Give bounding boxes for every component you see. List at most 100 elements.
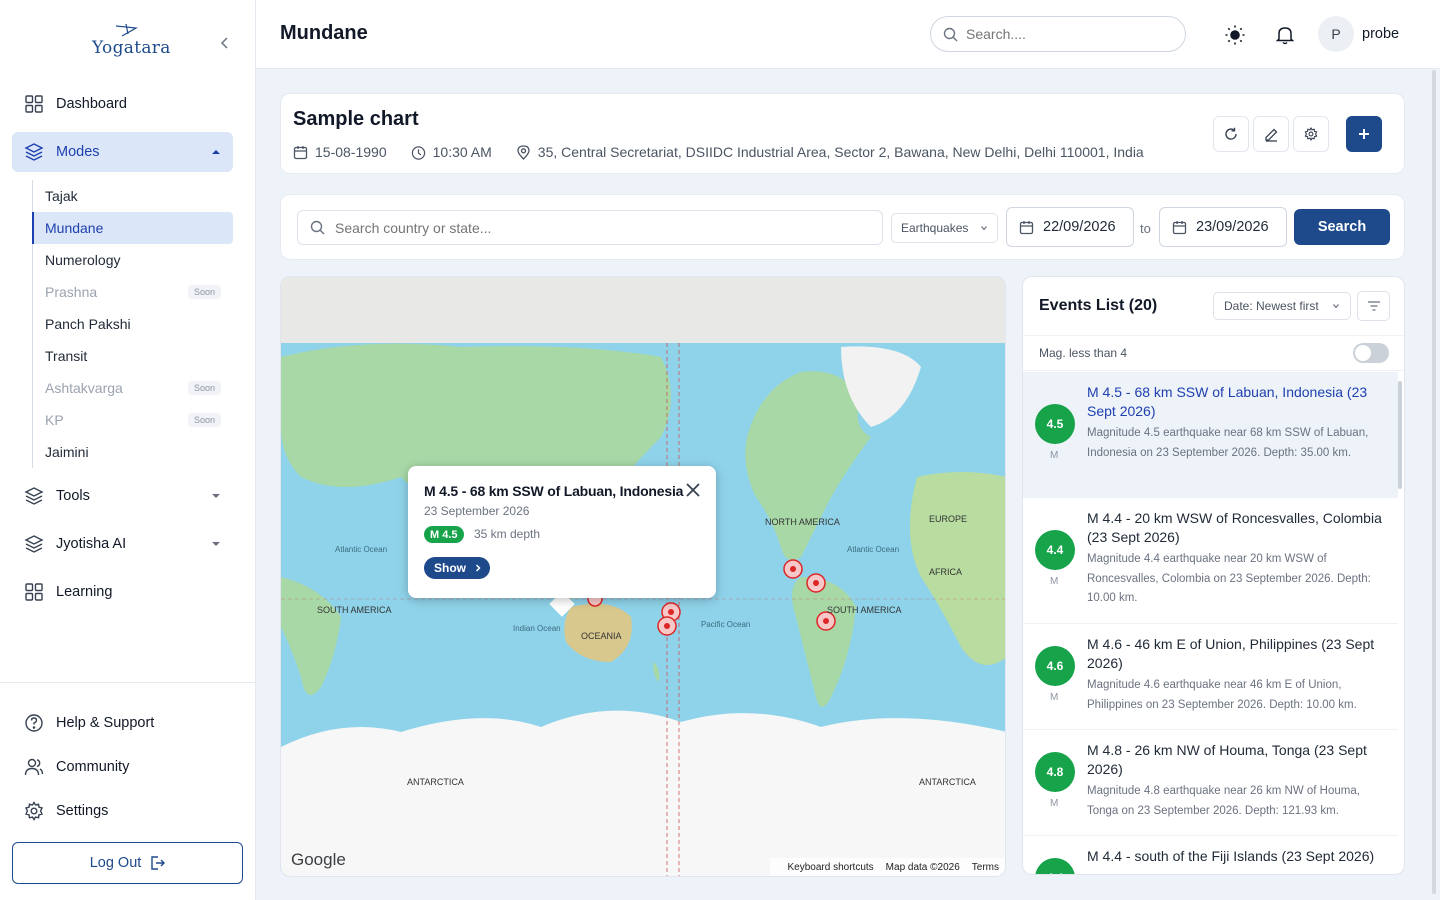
- username[interactable]: probe: [1362, 26, 1399, 42]
- layers-icon: [24, 486, 44, 506]
- logo[interactable]: Yogatara: [92, 24, 170, 64]
- logo-text: Yogatara: [92, 38, 171, 58]
- map-label-africa: AFRICA: [929, 567, 962, 577]
- sidebar: Yogatara Dashboard Modes Tajak Mundane N…: [0, 0, 256, 900]
- close-icon[interactable]: [685, 482, 701, 498]
- subnav-item-prashna[interactable]: Prashna Soon: [33, 276, 233, 308]
- subnav-item-numerology[interactable]: Numerology: [33, 244, 233, 276]
- map-label-antarctica-left: ANTARCTICA: [407, 777, 464, 787]
- top-header: Mundane P probe: [256, 0, 1440, 69]
- caret-down-icon: [211, 491, 221, 501]
- event-type-select[interactable]: Earthquakes: [891, 213, 998, 243]
- sidebar-item-learning[interactable]: Learning: [12, 572, 233, 612]
- sidebar-item-community[interactable]: Community: [0, 745, 255, 789]
- event-type: M: [1050, 692, 1059, 703]
- subnav-item-mundane[interactable]: Mundane: [32, 212, 233, 244]
- notification-bell-icon[interactable]: [1274, 24, 1296, 46]
- subnav-label: Transit: [45, 348, 88, 364]
- event-title: M 4.4 - south of the Fiji Islands (23 Se…: [1087, 848, 1375, 864]
- subnav-item-panch-pakshi[interactable]: Panch Pakshi: [33, 308, 233, 340]
- edit-button[interactable]: [1253, 116, 1289, 152]
- grid-icon: [24, 582, 44, 602]
- sidebar-item-modes[interactable]: Modes: [12, 132, 233, 172]
- sidebar-bottom: Help & Support Community Settings: [0, 682, 255, 833]
- sidebar-item-help[interactable]: Help & Support: [0, 701, 255, 745]
- event-popup: M 4.5 - 68 km SSW of Labuan, Indonesia 2…: [408, 466, 716, 598]
- global-search-input[interactable]: [966, 26, 1166, 42]
- page-scrollbar[interactable]: [1430, 70, 1438, 894]
- sidebar-item-settings[interactable]: Settings: [0, 789, 255, 833]
- event-desc: Magnitude 4.8 earthquake near 26 km NW o…: [1087, 785, 1360, 817]
- events-title: Events List (20): [1039, 297, 1158, 314]
- clock-icon: [411, 145, 426, 160]
- chart-time-text: 10:30 AM: [432, 144, 492, 160]
- logout-button[interactable]: Log Out: [12, 842, 243, 884]
- subnav-item-jaimini[interactable]: Jaimini: [33, 436, 233, 468]
- date-from-picker[interactable]: 22/09/2026: [1006, 207, 1134, 247]
- collapse-sidebar-icon[interactable]: [216, 34, 234, 52]
- subnav-item-tajak[interactable]: Tajak: [33, 180, 233, 212]
- sort-select[interactable]: Date: Newest first: [1213, 292, 1351, 320]
- filter-button[interactable]: [1357, 291, 1390, 321]
- layers-icon: [24, 142, 44, 162]
- events-panel: Events List (20) Date: Newest first Mag.…: [1022, 276, 1405, 875]
- event-item[interactable]: 4.5 M M 4.5 - 68 km SSW of Labuan, Indon…: [1023, 372, 1398, 498]
- refresh-icon: [1225, 127, 1237, 140]
- add-chart-button[interactable]: [1346, 116, 1382, 152]
- scrollbar-thumb[interactable]: [1398, 381, 1402, 489]
- country-search-input[interactable]: [335, 219, 875, 236]
- popup-show-button[interactable]: Show: [424, 557, 490, 579]
- world-map[interactable]: NORTH AMERICA SOUTH AMERICA SOUTH AMERIC…: [280, 276, 1006, 877]
- search-button[interactable]: Search: [1294, 209, 1390, 245]
- map-label-atlantic-left: Atlantic Ocean: [335, 545, 387, 554]
- magnitude-filter-toggle[interactable]: [1353, 343, 1389, 363]
- popup-show-label: Show: [434, 561, 466, 575]
- event-type-value: Earthquakes: [901, 221, 969, 235]
- event-desc: Magnitude 4.4 earthquake near 20 km WSW …: [1087, 553, 1371, 604]
- global-search[interactable]: [930, 16, 1186, 52]
- refresh-button[interactable]: [1213, 116, 1249, 152]
- date-to-picker[interactable]: 23/09/2026: [1159, 207, 1287, 247]
- event-item[interactable]: 4.8 M M 4.8 - 26 km NW of Houma, Tonga (…: [1023, 730, 1398, 836]
- sidebar-item-label: Modes: [56, 144, 100, 160]
- caret-up-icon: [211, 147, 221, 157]
- country-search[interactable]: [297, 210, 883, 245]
- subnav-item-ashtakvarga[interactable]: Ashtakvarga Soon: [33, 372, 233, 404]
- sidebar-item-label: Community: [56, 759, 130, 775]
- keyboard-shortcuts-link[interactable]: Keyboard shortcuts: [788, 862, 874, 873]
- theme-toggle-sun-icon[interactable]: [1224, 24, 1246, 46]
- subnav-item-kp[interactable]: KP Soon: [33, 404, 233, 436]
- event-item[interactable]: 4.6 M M 4.6 - 46 km E of Union, Philippi…: [1023, 624, 1398, 730]
- chart-settings-button[interactable]: [1293, 116, 1329, 152]
- sidebar-item-label: Tools: [56, 488, 90, 504]
- help-circle-icon: [24, 713, 44, 733]
- sidebar-item-jyotisha-ai[interactable]: Jyotisha AI: [12, 524, 233, 564]
- events-scrollbar[interactable]: [1397, 373, 1403, 873]
- page-scrollbar-thumb[interactable]: [1432, 70, 1436, 894]
- popup-title: M 4.5 - 68 km SSW of Labuan, Indonesia: [424, 483, 684, 499]
- map-label-europe: EUROPE: [929, 514, 967, 524]
- event-item[interactable]: 4.4 M M 4.4 - 20 km WSW of Roncesvalles,…: [1023, 498, 1398, 624]
- sidebar-item-dashboard[interactable]: Dashboard: [12, 84, 233, 124]
- map-pin-icon: [516, 144, 531, 160]
- subnav-label: Panch Pakshi: [45, 316, 131, 332]
- map-label-oceania: OCEANIA: [581, 631, 622, 641]
- subnav-item-transit[interactable]: Transit: [33, 340, 233, 372]
- event-type: M: [1050, 798, 1059, 809]
- sort-value: Date: Newest first: [1224, 299, 1319, 313]
- event-item[interactable]: 4.4 M 4.4 - south of the Fiji Islands (2…: [1023, 836, 1398, 874]
- search-icon: [943, 27, 958, 42]
- sidebar-item-label: Settings: [56, 803, 109, 819]
- chart-name: Sample chart: [293, 108, 419, 130]
- subnav-label: Tajak: [45, 188, 78, 204]
- chart-date: 15-08-1990: [293, 144, 387, 160]
- chart-meta: 15-08-1990 10:30 AM 35, Central Secretar…: [293, 144, 1168, 160]
- soon-badge: Soon: [187, 413, 221, 427]
- avatar[interactable]: P: [1318, 16, 1354, 52]
- terms-link[interactable]: Terms: [972, 862, 999, 873]
- map-attribution: Keyboard shortcuts Map data ©2026 Terms: [769, 858, 1005, 876]
- filter-bar: Earthquakes 22/09/2026 to 23/09/2026 Sea…: [280, 194, 1405, 260]
- filter-lines-icon: [1367, 301, 1380, 311]
- sidebar-item-label: Jyotisha AI: [56, 536, 127, 552]
- sidebar-item-tools[interactable]: Tools: [12, 476, 233, 516]
